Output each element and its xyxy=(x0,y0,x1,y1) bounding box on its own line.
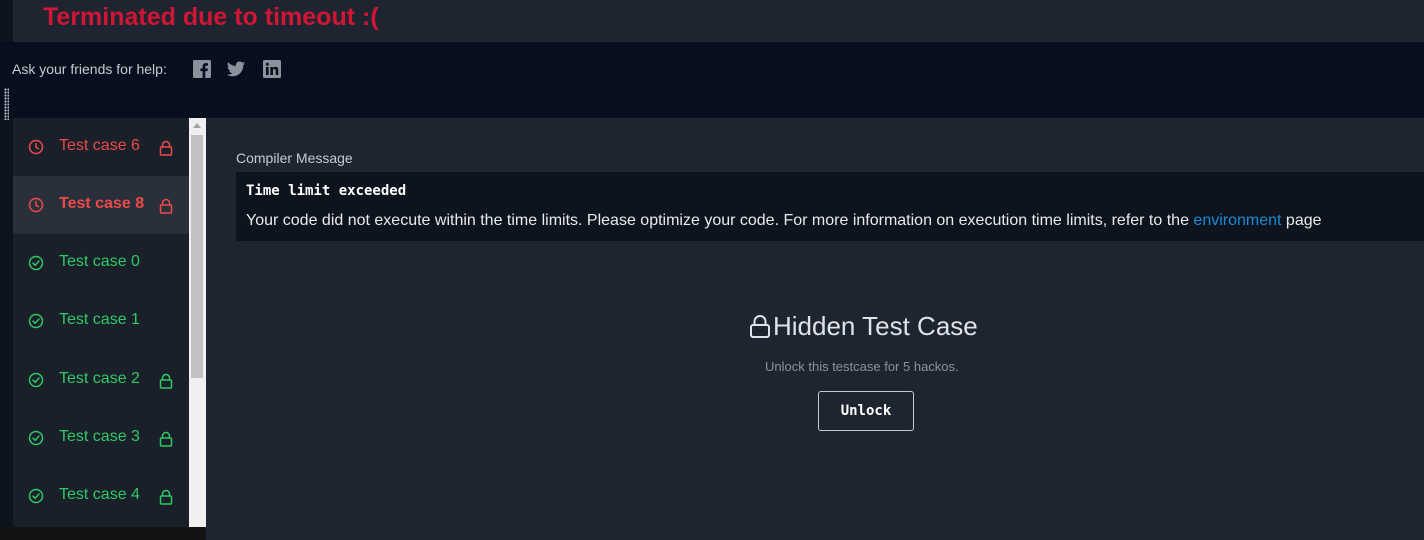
clock-icon xyxy=(28,139,44,155)
linkedin-icon[interactable] xyxy=(262,59,282,79)
check-circle-icon xyxy=(28,255,44,271)
testcase-item[interactable]: Test case 6 xyxy=(13,118,189,176)
testcase-item[interactable]: Test case 1 xyxy=(13,292,189,350)
lock-icon xyxy=(159,431,173,447)
testcase-label: Test case 2 xyxy=(59,370,140,387)
unlock-button[interactable]: Unlock xyxy=(818,391,914,431)
twitter-icon[interactable] xyxy=(226,59,246,79)
testcase-label: Test case 0 xyxy=(59,253,140,270)
environment-link[interactable]: environment xyxy=(1193,212,1281,229)
compiler-message-label: Compiler Message xyxy=(236,150,353,166)
compiler-message-suffix: page xyxy=(1285,212,1322,229)
hidden-title-text: Hidden Test Case xyxy=(773,311,978,341)
share-label: Ask your friends for help: xyxy=(12,61,167,77)
testcase-item[interactable]: Test case 4 xyxy=(13,467,189,525)
facebook-icon[interactable] xyxy=(192,59,212,79)
share-row: Ask your friends for help: xyxy=(0,42,1424,118)
hidden-testcase-title: Hidden Test Case xyxy=(749,311,978,342)
status-bar: Terminated due to timeout :( xyxy=(13,0,1424,42)
lock-icon xyxy=(159,373,173,389)
sidebar-scrollbar[interactable] xyxy=(189,118,206,528)
check-circle-icon xyxy=(28,313,44,329)
status-title: Terminated due to timeout :( xyxy=(43,3,379,31)
check-circle-icon xyxy=(28,372,44,388)
hidden-testcase-subtitle: Unlock this testcase for 5 hackos. xyxy=(765,359,959,374)
compiler-message-box: Time limit exceeded Your code did not ex… xyxy=(236,172,1424,241)
lock-icon xyxy=(159,489,173,505)
check-circle-icon xyxy=(28,488,44,504)
compiler-heading: Time limit exceeded xyxy=(246,183,407,199)
testcase-label: Test case 6 xyxy=(59,137,140,154)
compiler-message-body: Your code did not execute within the tim… xyxy=(246,212,1189,229)
scroll-up-arrow-icon[interactable] xyxy=(193,123,201,128)
testcase-item[interactable]: Test case 0 xyxy=(13,234,189,292)
testcase-sidebar: Test case 6 Test case 8 Test case 0 Test… xyxy=(13,118,189,540)
lock-icon xyxy=(159,140,173,156)
lock-icon xyxy=(750,315,770,338)
testcase-detail-panel: Compiler Message Time limit exceeded You… xyxy=(206,118,1424,540)
testcase-label: Test case 3 xyxy=(59,428,140,445)
testcase-item[interactable]: Test case 2 xyxy=(13,351,189,409)
scrollbar-thumb[interactable] xyxy=(191,135,203,378)
resize-handle[interactable] xyxy=(4,88,9,120)
testcase-item[interactable]: Test case 3 xyxy=(13,409,189,467)
check-circle-icon xyxy=(28,430,44,446)
testcase-label: Test case 1 xyxy=(59,311,140,328)
compiler-message-text: Your code did not execute within the tim… xyxy=(246,212,1322,230)
testcase-label: Test case 8 xyxy=(59,195,145,212)
lock-icon xyxy=(159,198,173,214)
testcase-label: Test case 4 xyxy=(59,486,140,503)
clock-icon xyxy=(28,197,44,213)
testcase-item[interactable]: Test case 8 xyxy=(13,176,189,234)
